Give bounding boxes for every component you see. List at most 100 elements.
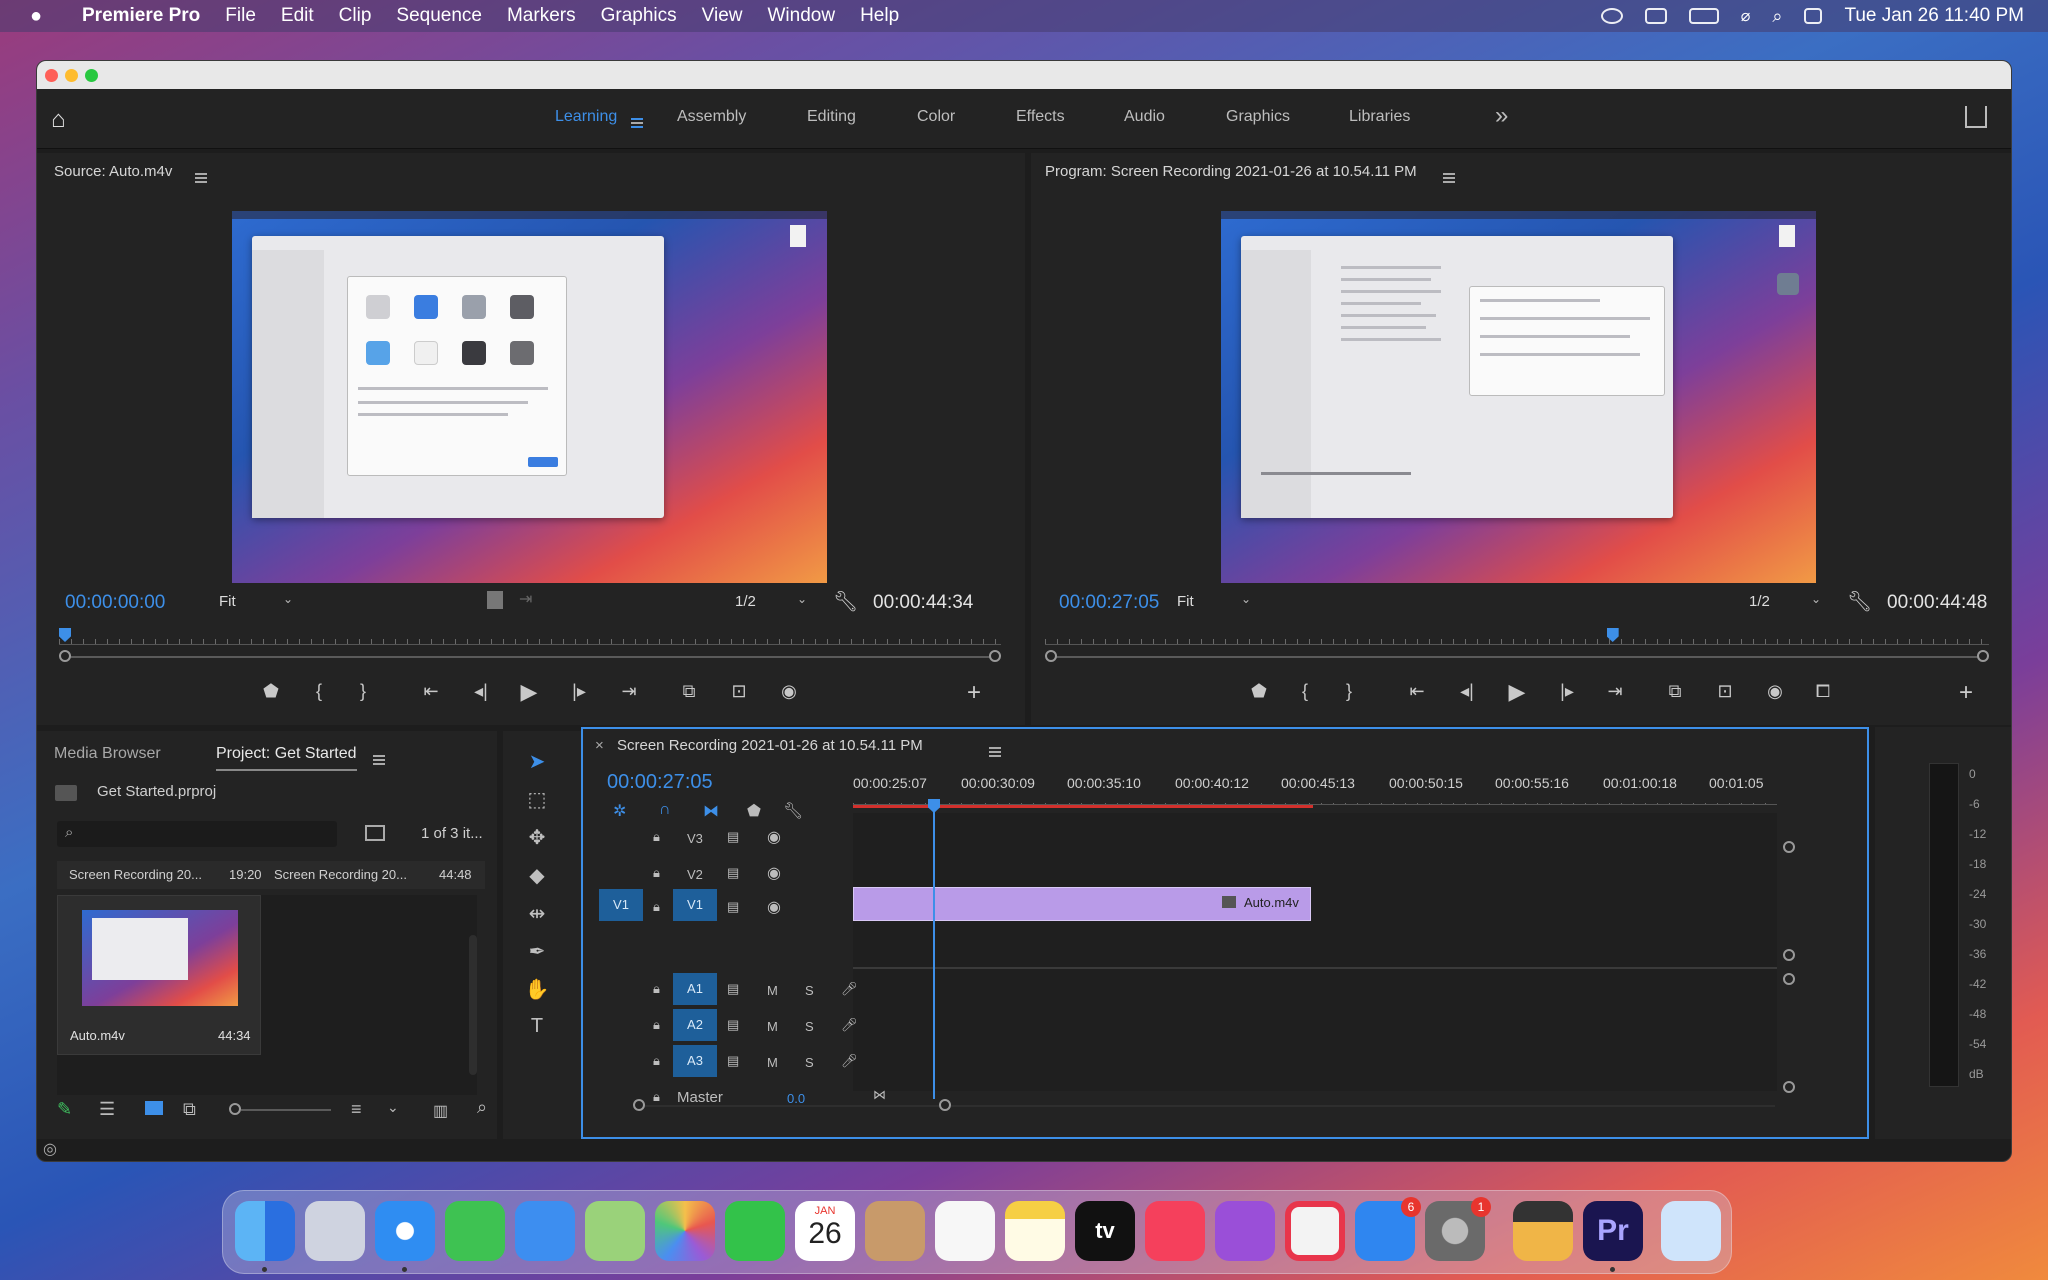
camera-icon[interactable]: ◉: [777, 681, 801, 702]
menu-view[interactable]: View: [702, 5, 743, 27]
mark-in-icon[interactable]: {: [1293, 681, 1317, 702]
tab-learning[interactable]: Learning: [555, 108, 617, 126]
contacts-icon[interactable]: [865, 1201, 925, 1261]
apple-icon[interactable]: ●: [30, 5, 56, 28]
add-marker-icon[interactable]: ⬟: [747, 801, 761, 821]
program-time-ruler[interactable]: [1045, 629, 1989, 645]
wrench-icon[interactable]: 🔧︎: [1847, 589, 1872, 614]
mark-out-icon[interactable]: }: [1337, 681, 1361, 702]
header-item-name[interactable]: Screen Recording 20...: [69, 867, 202, 882]
lock-icon[interactable]: 🔒︎: [653, 1017, 660, 1033]
find-icon[interactable]: ⌕: [477, 1097, 487, 1118]
menu-edit[interactable]: Edit: [281, 5, 314, 27]
podcasts-icon[interactable]: [1215, 1201, 1275, 1261]
freeform-view-icon[interactable]: ⧉: [183, 1099, 196, 1120]
project-search-input[interactable]: ⌕: [57, 821, 337, 847]
spotlight-search-icon[interactable]: ⌕: [1772, 6, 1782, 27]
tab-color[interactable]: Color: [917, 108, 955, 126]
tab-graphics[interactable]: Graphics: [1226, 108, 1290, 126]
microphone-icon[interactable]: 🎤︎: [841, 1017, 858, 1033]
wifi-off-icon[interactable]: ⌀: [1741, 6, 1751, 26]
menu-markers[interactable]: Markers: [507, 5, 576, 27]
source-resolution-select[interactable]: 1/2 ⌄: [727, 589, 815, 615]
program-resolution-select[interactable]: 1/2 ⌄: [1741, 589, 1829, 615]
menu-sequence[interactable]: Sequence: [396, 5, 482, 27]
automate-to-sequence-icon[interactable]: ▥: [433, 1101, 448, 1121]
calendar-icon[interactable]: JAN 26: [795, 1201, 855, 1261]
camera-icon[interactable]: ◉: [1763, 681, 1787, 702]
icon-view-icon[interactable]: [145, 1101, 163, 1115]
project-panel-menu-icon[interactable]: [373, 754, 385, 765]
share-icon[interactable]: [1965, 106, 1987, 128]
timeline-playhead[interactable]: [928, 799, 940, 813]
safari-icon[interactable]: [375, 1201, 435, 1261]
menu-graphics[interactable]: Graphics: [601, 5, 677, 27]
video-clip[interactable]: Auto.m4v: [853, 887, 1311, 921]
go-to-end-icon[interactable]: ⋈: [873, 1087, 886, 1103]
go-to-in-icon[interactable]: ⇤: [1405, 681, 1429, 702]
mute-a2[interactable]: M: [767, 1019, 778, 1034]
clip-card[interactable]: Auto.m4v 44:34: [57, 895, 261, 1055]
tab-assembly[interactable]: Assembly: [677, 108, 746, 126]
program-monitor-title[interactable]: Program: Screen Recording 2021-01-26 at …: [1045, 163, 1417, 180]
eye-icon[interactable]: ◉: [767, 897, 781, 917]
timeline-ruler[interactable]: [853, 793, 1777, 805]
tab-effects[interactable]: Effects: [1016, 108, 1065, 126]
minimize-window-button[interactable]: [65, 69, 78, 82]
new-bin-icon[interactable]: [365, 825, 385, 841]
slip-tool-icon[interactable]: ⇹: [523, 901, 551, 926]
microphone-icon[interactable]: 🎤︎: [841, 981, 858, 997]
hand-tool-icon[interactable]: ✋: [523, 977, 551, 1002]
timeline-playhead-line[interactable]: [933, 809, 935, 1099]
menu-app-name[interactable]: Premiere Pro: [82, 5, 200, 27]
scroll-handle-right[interactable]: [1977, 650, 1989, 662]
mark-in-icon[interactable]: {: [307, 681, 331, 702]
zoom-window-button[interactable]: [85, 69, 98, 82]
selection-tool-icon[interactable]: ➤: [523, 749, 551, 774]
linked-selection-icon[interactable]: ⧓: [703, 801, 719, 821]
hscroll-handle-right[interactable]: [939, 1099, 951, 1111]
tab-libraries[interactable]: Libraries: [1349, 108, 1410, 126]
battery-icon[interactable]: [1688, 8, 1719, 24]
notes-icon[interactable]: [1005, 1201, 1065, 1261]
eye-icon[interactable]: ◉: [767, 863, 781, 883]
eye-icon[interactable]: ◉: [767, 827, 781, 847]
scroll-handle-left[interactable]: [59, 650, 71, 662]
source-zoom-select[interactable]: Fit ⌄: [211, 589, 301, 615]
wrench-icon[interactable]: 🔧︎: [833, 589, 858, 614]
music-icon[interactable]: [1145, 1201, 1205, 1261]
sync-lock-icon[interactable]: ▤: [727, 1017, 739, 1033]
sync-lock-icon[interactable]: ▤: [727, 829, 739, 845]
close-sequence-icon[interactable]: ×: [595, 737, 604, 754]
in-out-range-bar[interactable]: [853, 805, 1313, 808]
mail-icon[interactable]: [515, 1201, 575, 1261]
hscroll-handle-left[interactable]: [633, 1099, 645, 1111]
sequence-title[interactable]: Screen Recording 2021-01-26 at 10.54.11 …: [617, 737, 923, 754]
close-window-button[interactable]: [45, 69, 58, 82]
vscroll-handle-bottom[interactable]: [1783, 1081, 1795, 1093]
pencil-icon[interactable]: ✎: [57, 1099, 72, 1120]
timeline-hscrollbar[interactable]: [635, 1105, 1775, 1107]
maps-icon[interactable]: [585, 1201, 645, 1261]
zoom-slider-handle[interactable]: [229, 1103, 241, 1115]
sync-lock-icon[interactable]: ▤: [727, 899, 739, 915]
news-icon[interactable]: [1285, 1201, 1345, 1261]
go-to-in-icon[interactable]: ⇤: [419, 681, 443, 702]
pen-tool-icon[interactable]: ✒: [523, 939, 551, 964]
timeline-panel-menu-icon[interactable]: [989, 746, 1001, 757]
workspace-menu-icon[interactable]: [631, 117, 643, 128]
more-workspaces-icon[interactable]: »: [1495, 102, 1508, 130]
track-label-a1[interactable]: A1: [673, 973, 717, 1005]
photos-icon[interactable]: [655, 1201, 715, 1261]
menu-window[interactable]: Window: [767, 5, 835, 27]
program-timecode[interactable]: 00:00:27:05: [1059, 592, 1159, 614]
lock-icon[interactable]: 🔒︎: [653, 1089, 660, 1105]
tab-media-browser[interactable]: Media Browser: [54, 745, 161, 763]
nest-toggle-icon[interactable]: ✲: [613, 801, 626, 821]
sync-lock-icon[interactable]: ▤: [727, 981, 739, 997]
comparison-view-icon[interactable]: ⧠: [1811, 681, 1835, 702]
display-icon[interactable]: [1644, 8, 1667, 24]
play-icon[interactable]: ▶: [1505, 679, 1529, 705]
solo-a2[interactable]: S: [805, 1019, 814, 1034]
control-center-icon[interactable]: [1804, 8, 1823, 24]
